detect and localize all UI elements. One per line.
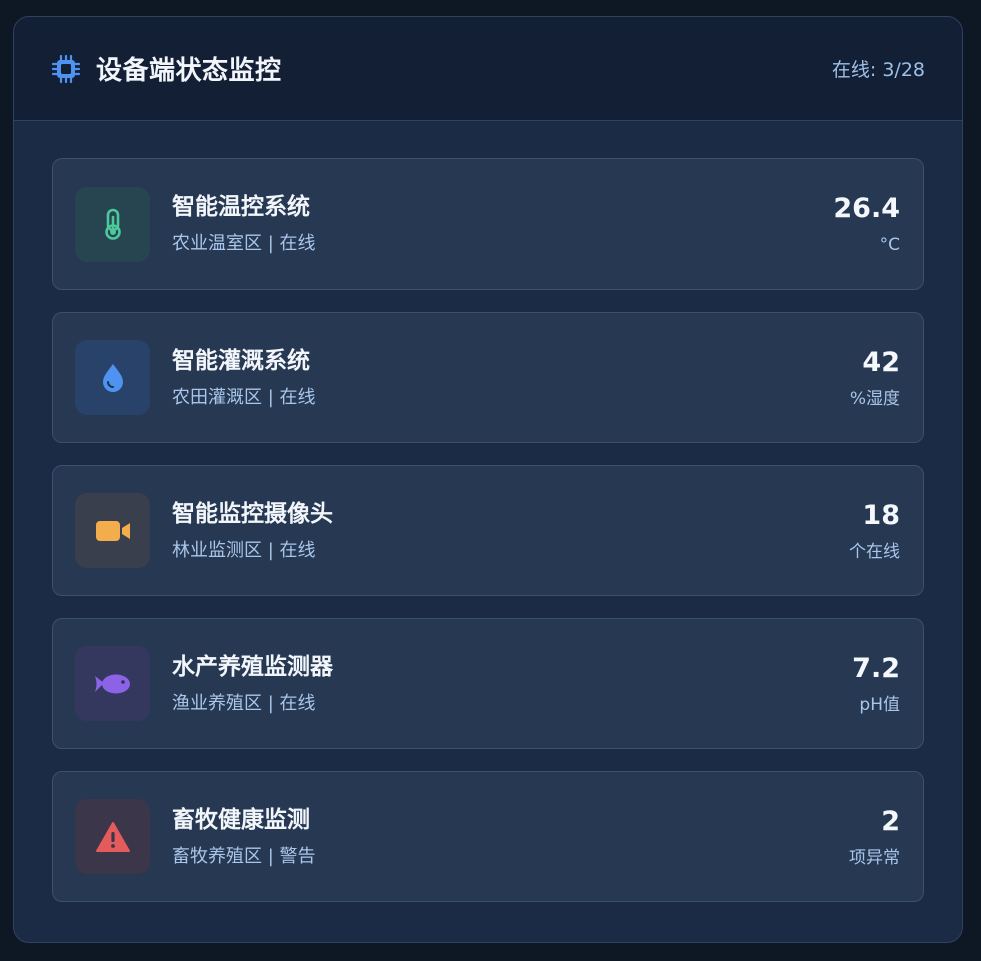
device-name: 智能灌溉系统 <box>172 347 310 374</box>
device-location-status: 林业监测区 | 在线 <box>172 539 316 561</box>
device-name: 水产养殖监测器 <box>172 653 333 680</box>
device-location-status: 渔业养殖区 | 在线 <box>172 692 316 714</box>
device-info: 畜牧健康监测 畜牧养殖区 | 警告 <box>172 805 849 869</box>
device-reading: 26.4 °C <box>833 192 900 256</box>
device-status-panel: 设备端状态监控 在线: 3/28 智能温控系统 农业温室区 | 在线 26.4 … <box>13 16 963 943</box>
video-camera-icon <box>95 520 130 541</box>
device-icon-box <box>75 799 150 874</box>
device-reading: 18 个在线 <box>849 499 900 563</box>
reading-value: 7.2 <box>852 652 900 684</box>
device-card-aquaculture[interactable]: 水产养殖监测器 渔业养殖区 | 在线 7.2 pH值 <box>52 618 924 749</box>
device-reading: 7.2 pH值 <box>852 652 900 716</box>
reading-unit: pH值 <box>859 694 900 715</box>
online-count: 在线: 3/28 <box>831 59 925 81</box>
device-location-status: 畜牧养殖区 | 警告 <box>172 845 316 867</box>
water-drop-icon <box>102 363 123 392</box>
warning-icon <box>95 821 130 852</box>
device-location-status: 农业温室区 | 在线 <box>172 233 316 254</box>
device-list: 智能温控系统 农业温室区 | 在线 26.4 °C 智能灌溉系统 农田灌溉区 |… <box>14 121 962 902</box>
device-card-irrigation[interactable]: 智能灌溉系统 农田灌溉区 | 在线 42 %湿度 <box>52 312 924 443</box>
reading-unit: °C <box>879 235 900 255</box>
device-card-camera[interactable]: 智能监控摄像头 林业监测区 | 在线 18 个在线 <box>52 465 924 596</box>
device-info: 智能监控摄像头 林业监测区 | 在线 <box>172 499 849 563</box>
device-location-status: 农田灌溉区 | 在线 <box>172 386 316 408</box>
reading-unit: %湿度 <box>849 388 900 409</box>
reading-unit: 项异常 <box>849 847 900 868</box>
reading-value: 18 <box>862 499 900 531</box>
reading-value: 42 <box>862 346 900 378</box>
device-reading: 2 项异常 <box>849 805 900 869</box>
reading-value: 2 <box>881 805 900 837</box>
header-left: 设备端状态监控 <box>50 50 282 87</box>
fish-icon <box>94 674 130 693</box>
device-icon-box <box>75 340 150 415</box>
reading-unit: 个在线 <box>849 541 900 562</box>
panel-header: 设备端状态监控 在线: 3/28 <box>14 17 962 121</box>
device-name: 畜牧健康监测 <box>172 806 310 833</box>
chip-icon <box>50 53 82 85</box>
device-info: 智能温控系统 农业温室区 | 在线 <box>172 192 833 256</box>
device-card-thermostat[interactable]: 智能温控系统 农业温室区 | 在线 26.4 °C <box>52 158 924 290</box>
device-card-livestock[interactable]: 畜牧健康监测 畜牧养殖区 | 警告 2 项异常 <box>52 771 924 902</box>
page-title: 设备端状态监控 <box>96 56 282 86</box>
device-name: 智能温控系统 <box>172 194 310 220</box>
device-reading: 42 %湿度 <box>850 346 900 410</box>
device-icon-box <box>75 186 150 262</box>
device-name: 智能监控摄像头 <box>172 500 333 527</box>
device-info: 智能灌溉系统 农田灌溉区 | 在线 <box>172 346 850 410</box>
thermometer-icon <box>104 208 121 240</box>
device-info: 水产养殖监测器 渔业养殖区 | 在线 <box>172 652 852 716</box>
device-icon-box <box>75 646 150 721</box>
device-icon-box <box>75 493 150 568</box>
reading-value: 26.4 <box>833 193 900 224</box>
